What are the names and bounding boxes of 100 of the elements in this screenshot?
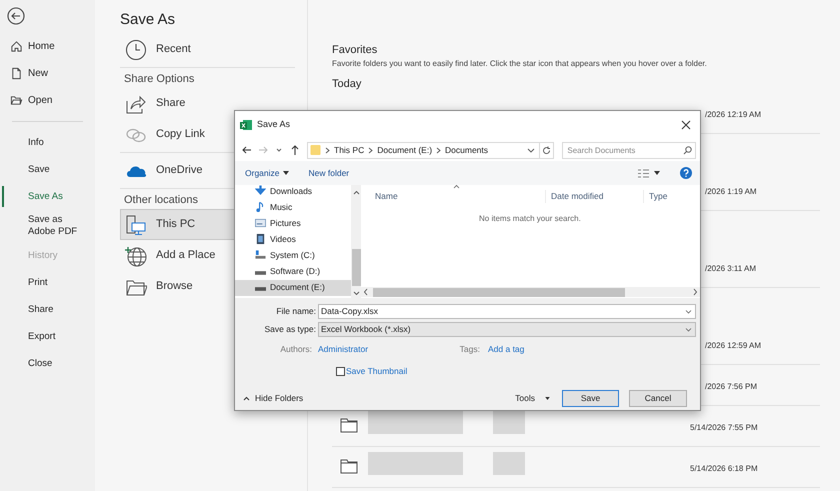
- clock-icon: [125, 38, 147, 60]
- breadcrumb-item[interactable]: This PC: [334, 144, 364, 156]
- up-button[interactable]: [289, 143, 301, 157]
- back-icon: [241, 144, 253, 156]
- cancel-button[interactable]: Cancel: [629, 390, 687, 407]
- section-heading: Other locations: [123, 193, 198, 208]
- help-button[interactable]: [680, 167, 692, 179]
- nav-item[interactable]: Info: [0, 132, 50, 152]
- folder-item[interactable]: Document (E:): [235, 280, 351, 296]
- date-text: /2026 1:19 AM: [705, 187, 757, 197]
- date-text: 5/14/2026 7:55 PM: [690, 423, 758, 433]
- save-button[interactable]: Save: [562, 390, 619, 407]
- globe-icon: [125, 244, 147, 266]
- section-heading: Share Options: [123, 72, 194, 87]
- location-item[interactable]: Recent: [120, 34, 295, 65]
- folder-icon: [310, 144, 321, 156]
- description-text: Favorite folders you want to easily find later. Click the star icon that appears when you hover over a folder.: [332, 59, 708, 69]
- spreadsheet-icon: [240, 119, 252, 131]
- vertical-scrollbar[interactable]: [351, 185, 361, 298]
- music-note-icon: [255, 201, 266, 214]
- chevron-down-icon: [685, 326, 692, 332]
- caret-icon: [282, 171, 288, 175]
- horizontal-scrollbar[interactable]: [361, 287, 700, 297]
- drive-icon: [255, 249, 266, 262]
- home-icon: [10, 40, 23, 53]
- chevron-down-icon: [685, 308, 692, 314]
- chevron-down-icon: [527, 146, 536, 154]
- breadcrumb-item[interactable]: Document (E:): [377, 144, 432, 156]
- address-bar[interactable]: This PC Document (E:) Documents: [307, 142, 554, 158]
- nav-item[interactable]: Save: [0, 160, 56, 180]
- column-header[interactable]: Date modified: [545, 190, 643, 203]
- close-button[interactable]: [680, 119, 692, 131]
- file-type-dropdown[interactable]: Excel Workbook (*.xlsx): [318, 322, 696, 337]
- window-title: Save As: [257, 118, 292, 132]
- back-button[interactable]: [6, 6, 26, 26]
- nav-item[interactable]: Share: [0, 300, 60, 320]
- organize-button[interactable]: Organize: [245, 166, 288, 180]
- refresh-icon: [542, 146, 552, 154]
- page-title: Save As: [120, 10, 176, 30]
- chevron-right-icon: [436, 146, 442, 154]
- empty-message: No items match your search.: [479, 213, 582, 225]
- close-icon: [681, 120, 691, 130]
- computer-icon: [125, 214, 147, 236]
- up-arrow-icon: [289, 144, 301, 156]
- field-label: Save as type:: [263, 323, 317, 336]
- new-folder-button[interactable]: New folder: [308, 166, 350, 180]
- document-icon: [10, 67, 23, 80]
- tools-button[interactable]: Tools: [515, 392, 550, 405]
- file-name-field[interactable]: Data-Copy.xlsx: [318, 304, 696, 319]
- sort-caret-icon: [453, 184, 460, 189]
- drive-icon: [255, 271, 266, 276]
- caret-icon: [545, 397, 550, 400]
- image-icon: [255, 217, 266, 230]
- date-text: 5/14/2026 6:18 PM: [690, 464, 758, 474]
- chevron-left-icon: [363, 288, 369, 296]
- back-icon: [7, 7, 25, 25]
- field-label: Authors:: [279, 342, 313, 356]
- nav-item[interactable]: Home: [0, 33, 95, 60]
- hide-folders-button[interactable]: Hide Folders: [243, 392, 304, 405]
- nav-item[interactable]: Open: [0, 87, 95, 114]
- authors-link[interactable]: Administrator: [318, 342, 438, 356]
- nav-item[interactable]: Close: [0, 354, 58, 374]
- chevron-up-icon: [243, 396, 250, 401]
- download-icon: [255, 185, 266, 198]
- section-heading: Today: [332, 77, 362, 91]
- folder-item[interactable]: Software (D:): [235, 263, 351, 280]
- nav-item[interactable]: Save As: [0, 186, 69, 206]
- chevron-down-icon: [352, 289, 360, 297]
- search-icon: [683, 146, 692, 154]
- date-text: /2026 12:19 AM: [705, 110, 762, 120]
- field-label: File name:: [275, 305, 317, 318]
- folder-icon: [340, 418, 358, 433]
- view-button[interactable]: [638, 168, 660, 178]
- breadcrumb-item[interactable]: Documents: [445, 144, 488, 156]
- checkbox[interactable]: [336, 366, 345, 376]
- location-item[interactable]: Share: [120, 88, 295, 119]
- folder-item[interactable]: Downloads: [235, 183, 351, 200]
- checkbox-label[interactable]: Save Thumbnail: [346, 364, 408, 378]
- forward-icon: [257, 144, 269, 156]
- nav-item[interactable]: Export: [0, 326, 62, 346]
- chevron-right-icon: [368, 146, 374, 154]
- film-icon: [255, 233, 266, 246]
- nav-item[interactable]: Save as Adobe PDF: [0, 210, 92, 242]
- folder-icon: [340, 459, 358, 474]
- caret-icon: [654, 171, 660, 175]
- chevron-right-icon: [325, 146, 330, 154]
- list-view-icon: [638, 168, 649, 178]
- help-icon: [680, 167, 692, 179]
- section-heading: Favorites: [332, 43, 378, 57]
- date-text: /2026 7:56 PM: [705, 382, 758, 392]
- folder-item[interactable]: System (C:): [235, 247, 351, 264]
- drive-icon: [255, 287, 266, 292]
- search-field[interactable]: Search Documents: [562, 142, 696, 158]
- column-header[interactable]: Name: [361, 190, 545, 203]
- nav-item[interactable]: Print: [0, 272, 54, 292]
- chevron-up-icon: [352, 189, 360, 197]
- date-text: /2026 3:11 AM: [705, 264, 756, 274]
- nav-item[interactable]: New: [0, 60, 95, 87]
- column-header[interactable]: Type: [643, 190, 700, 203]
- tags-link[interactable]: Add a tag: [488, 342, 524, 356]
